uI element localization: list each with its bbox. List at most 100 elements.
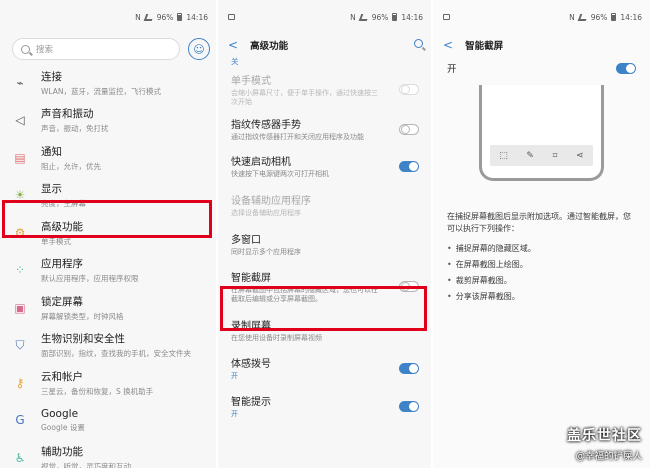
settings-item[interactable]: ⌁ 连接 WLAN，蓝牙，流量监控，飞行模式 (0, 64, 216, 102)
settings-item-title: 通知 (41, 145, 62, 158)
battery-percent: 96% (156, 12, 174, 22)
cut-off-status: 关 (231, 57, 239, 66)
advanced-item[interactable]: 单手模式 会缩小屏幕尺寸，便于单手操作，通过快速按三次开始 (231, 67, 431, 111)
advanced-item[interactable]: 体感拨号开 (231, 349, 431, 387)
advanced-item-subtitle: 开 (231, 410, 238, 419)
advanced-item[interactable]: 多窗口 同时显示多个应用程序 (231, 225, 431, 262)
settings-item-title: 辅助功能 (41, 445, 83, 458)
battery-icon (392, 13, 398, 21)
status-bar: N 96% 14:16 (218, 0, 431, 34)
settings-item-subtitle: 默认应用程序，应用程序权限 (41, 274, 139, 284)
brightness-icon: ☀ (14, 188, 26, 203)
advanced-item[interactable]: 智能截屏 在屏幕截图中包括屏幕的隐藏区域，您也可以在截取后编辑或分享屏幕截图。 (231, 262, 431, 311)
settings-item-title: 显示 (41, 183, 62, 196)
google-icon: G (15, 413, 25, 428)
profile-icon[interactable]: ☺ (188, 38, 210, 60)
nfc-icon: N (135, 12, 141, 22)
advanced-item-subtitle: 快速按下电源键两次可打开相机 (231, 170, 329, 179)
settings-item-title: 应用程序 (41, 258, 83, 271)
clock: 14:16 (401, 12, 423, 22)
scroll-capture-icon: ⬚ (499, 150, 508, 161)
link-icon: ⌁ (16, 75, 24, 90)
settings-item-title: 生物识别和安全性 (41, 333, 125, 346)
back-icon[interactable]: < (228, 38, 238, 52)
advanced-item-subtitle: 选择设备辅助应用程序 (231, 209, 301, 218)
settings-item-title: 高级功能 (41, 220, 83, 233)
advanced-item-subtitle: 同时显示多个应用程序 (231, 247, 301, 256)
apps-grid-icon: ⁘ (14, 263, 26, 278)
accessibility-icon: ♿ (14, 450, 26, 465)
settings-item-title: Google (41, 407, 79, 420)
feature-bullet: 在屏幕截图上绘图。 (447, 259, 636, 270)
feature-bullet: 捕捉屏幕的隐藏区域。 (447, 243, 636, 254)
advanced-item-title: 智能截屏 (231, 273, 271, 285)
advanced-item-title: 单手模式 (231, 75, 271, 87)
advanced-item-title: 智能提示 (231, 397, 271, 409)
feature-bullets: 捕捉屏幕的隐藏区域。在屏幕截图上绘图。裁剪屏幕截图。分享该屏幕截图。 (433, 236, 650, 303)
settings-item-subtitle: Google 设置 (41, 422, 85, 432)
settings-item[interactable]: ♿ 辅助功能 视觉，听觉，灵巧度和互动 (0, 439, 216, 468)
toggle-switch[interactable] (399, 400, 419, 412)
advanced-item-title: 快速启动相机 (231, 157, 291, 169)
search-button[interactable] (414, 39, 423, 51)
signal-icon (143, 13, 154, 21)
settings-item-subtitle: 屏幕解锁类型，时钟风格 (41, 311, 124, 321)
advanced-item[interactable]: 录制屏幕 在您使用设备时录制屏幕视频 (231, 311, 431, 349)
toggle-switch[interactable] (399, 160, 419, 172)
settings-item[interactable]: ⚙ 高级功能单手模式 (0, 214, 216, 252)
status-bar: N 96% 14:16 (0, 0, 216, 34)
settings-panel: N 96% 14:16 搜索 ☺ ⌁ 连接 WLAN，蓝牙，流量监控，飞行模式 ◁ 声音… (0, 0, 216, 468)
toggle-switch[interactable] (399, 362, 419, 374)
settings-item[interactable]: ▤ 通知 阻止，允许，优先 (0, 139, 216, 177)
feature-bullet: 分享该屏幕截图。 (447, 291, 636, 302)
advanced-item[interactable]: 设备辅助应用程序 选择设备辅助应用程序 (231, 185, 431, 225)
back-icon[interactable]: < (443, 38, 453, 52)
settings-item[interactable]: ◁ 声音和振动 声音，振动，免打扰 (0, 102, 216, 140)
toggle-switch[interactable] (399, 281, 419, 292)
gear-icon: ⚙ (14, 225, 26, 240)
status-bar: N 96% 14:16 (433, 0, 650, 34)
settings-item-subtitle: 面部识别，指纹，查找我的手机，安全文件夹 (41, 349, 191, 359)
phone-illustration: ⬚ ✎ ⌗ ⋖ (479, 85, 604, 181)
advanced-item[interactable]: 指纹传感器手势 通过指纹传感器打开和关闭应用程序及功能 (231, 111, 431, 147)
settings-item-title: 连接 (41, 70, 62, 83)
search-input[interactable]: 搜索 (12, 38, 180, 60)
app-bar: < 高级功能 (218, 34, 431, 56)
advanced-item[interactable]: 智能提示开 (231, 387, 431, 425)
toggle-switch[interactable] (399, 83, 419, 95)
master-toggle[interactable] (616, 62, 636, 74)
signal-icon (577, 13, 588, 21)
settings-item[interactable]: ⁘ 应用程序默认应用程序，应用程序权限 (0, 252, 216, 290)
advanced-item-subtitle: 在屏幕截图中包括屏幕的隐藏区域，您也可以在截取后编辑或分享屏幕截图。 (231, 286, 378, 303)
capture-toolbar: ⬚ ✎ ⌗ ⋖ (490, 145, 593, 166)
search-icon (21, 44, 30, 54)
battery-percent: 96% (590, 12, 608, 22)
watermark-line2: @幸福的铲屎人 (575, 451, 642, 462)
image-icon (443, 14, 450, 20)
key-icon: ⚷ (15, 375, 25, 390)
settings-item[interactable]: ⚷ 云和帐户 三星云，备份和恢复，S 换机助手 (0, 364, 216, 402)
settings-item[interactable]: ⛉ 生物识别和安全性 面部识别，指纹，查找我的手机，安全文件夹 (0, 327, 216, 365)
master-switch-row[interactable]: 开 (433, 56, 650, 80)
advanced-item[interactable]: 快速启动相机 快速按下电源键两次可打开相机 (231, 147, 431, 185)
advanced-item-subtitle: 开 (231, 372, 238, 381)
battery-icon (611, 13, 617, 21)
settings-item[interactable]: ☀ 显示 亮度，主屏幕 (0, 177, 216, 215)
settings-item-subtitle: 单手模式 (41, 236, 71, 246)
watermark-line1: 盖乐世社区 (567, 428, 642, 444)
toggle-switch[interactable] (399, 123, 419, 135)
watermark: 盖乐世社区 @幸福的铲屎人 (567, 425, 642, 462)
image-icon (228, 14, 235, 20)
battery-percent: 96% (371, 12, 389, 22)
search-icon (414, 39, 423, 48)
settings-item[interactable]: G Google Google 设置 (0, 402, 216, 440)
smart-capture-panel: N 96% 14:16 < 智能截屏 开 ⬚ ✎ ⌗ ⋖ 在捕捉屏幕截图后显示附… (433, 0, 650, 468)
settings-item-subtitle: WLAN，蓝牙，流量监控，飞行模式 (41, 86, 162, 96)
search-placeholder: 搜索 (36, 45, 54, 55)
settings-item-subtitle: 阻止，允许，优先 (41, 161, 101, 171)
settings-item[interactable]: ▣ 锁定屏幕 屏幕解锁类型，时钟风格 (0, 289, 216, 327)
settings-item-title: 锁定屏幕 (41, 295, 83, 308)
advanced-item-title: 指纹传感器手势 (231, 120, 301, 132)
nfc-icon: N (569, 12, 575, 22)
settings-item-title: 声音和振动 (41, 108, 94, 121)
